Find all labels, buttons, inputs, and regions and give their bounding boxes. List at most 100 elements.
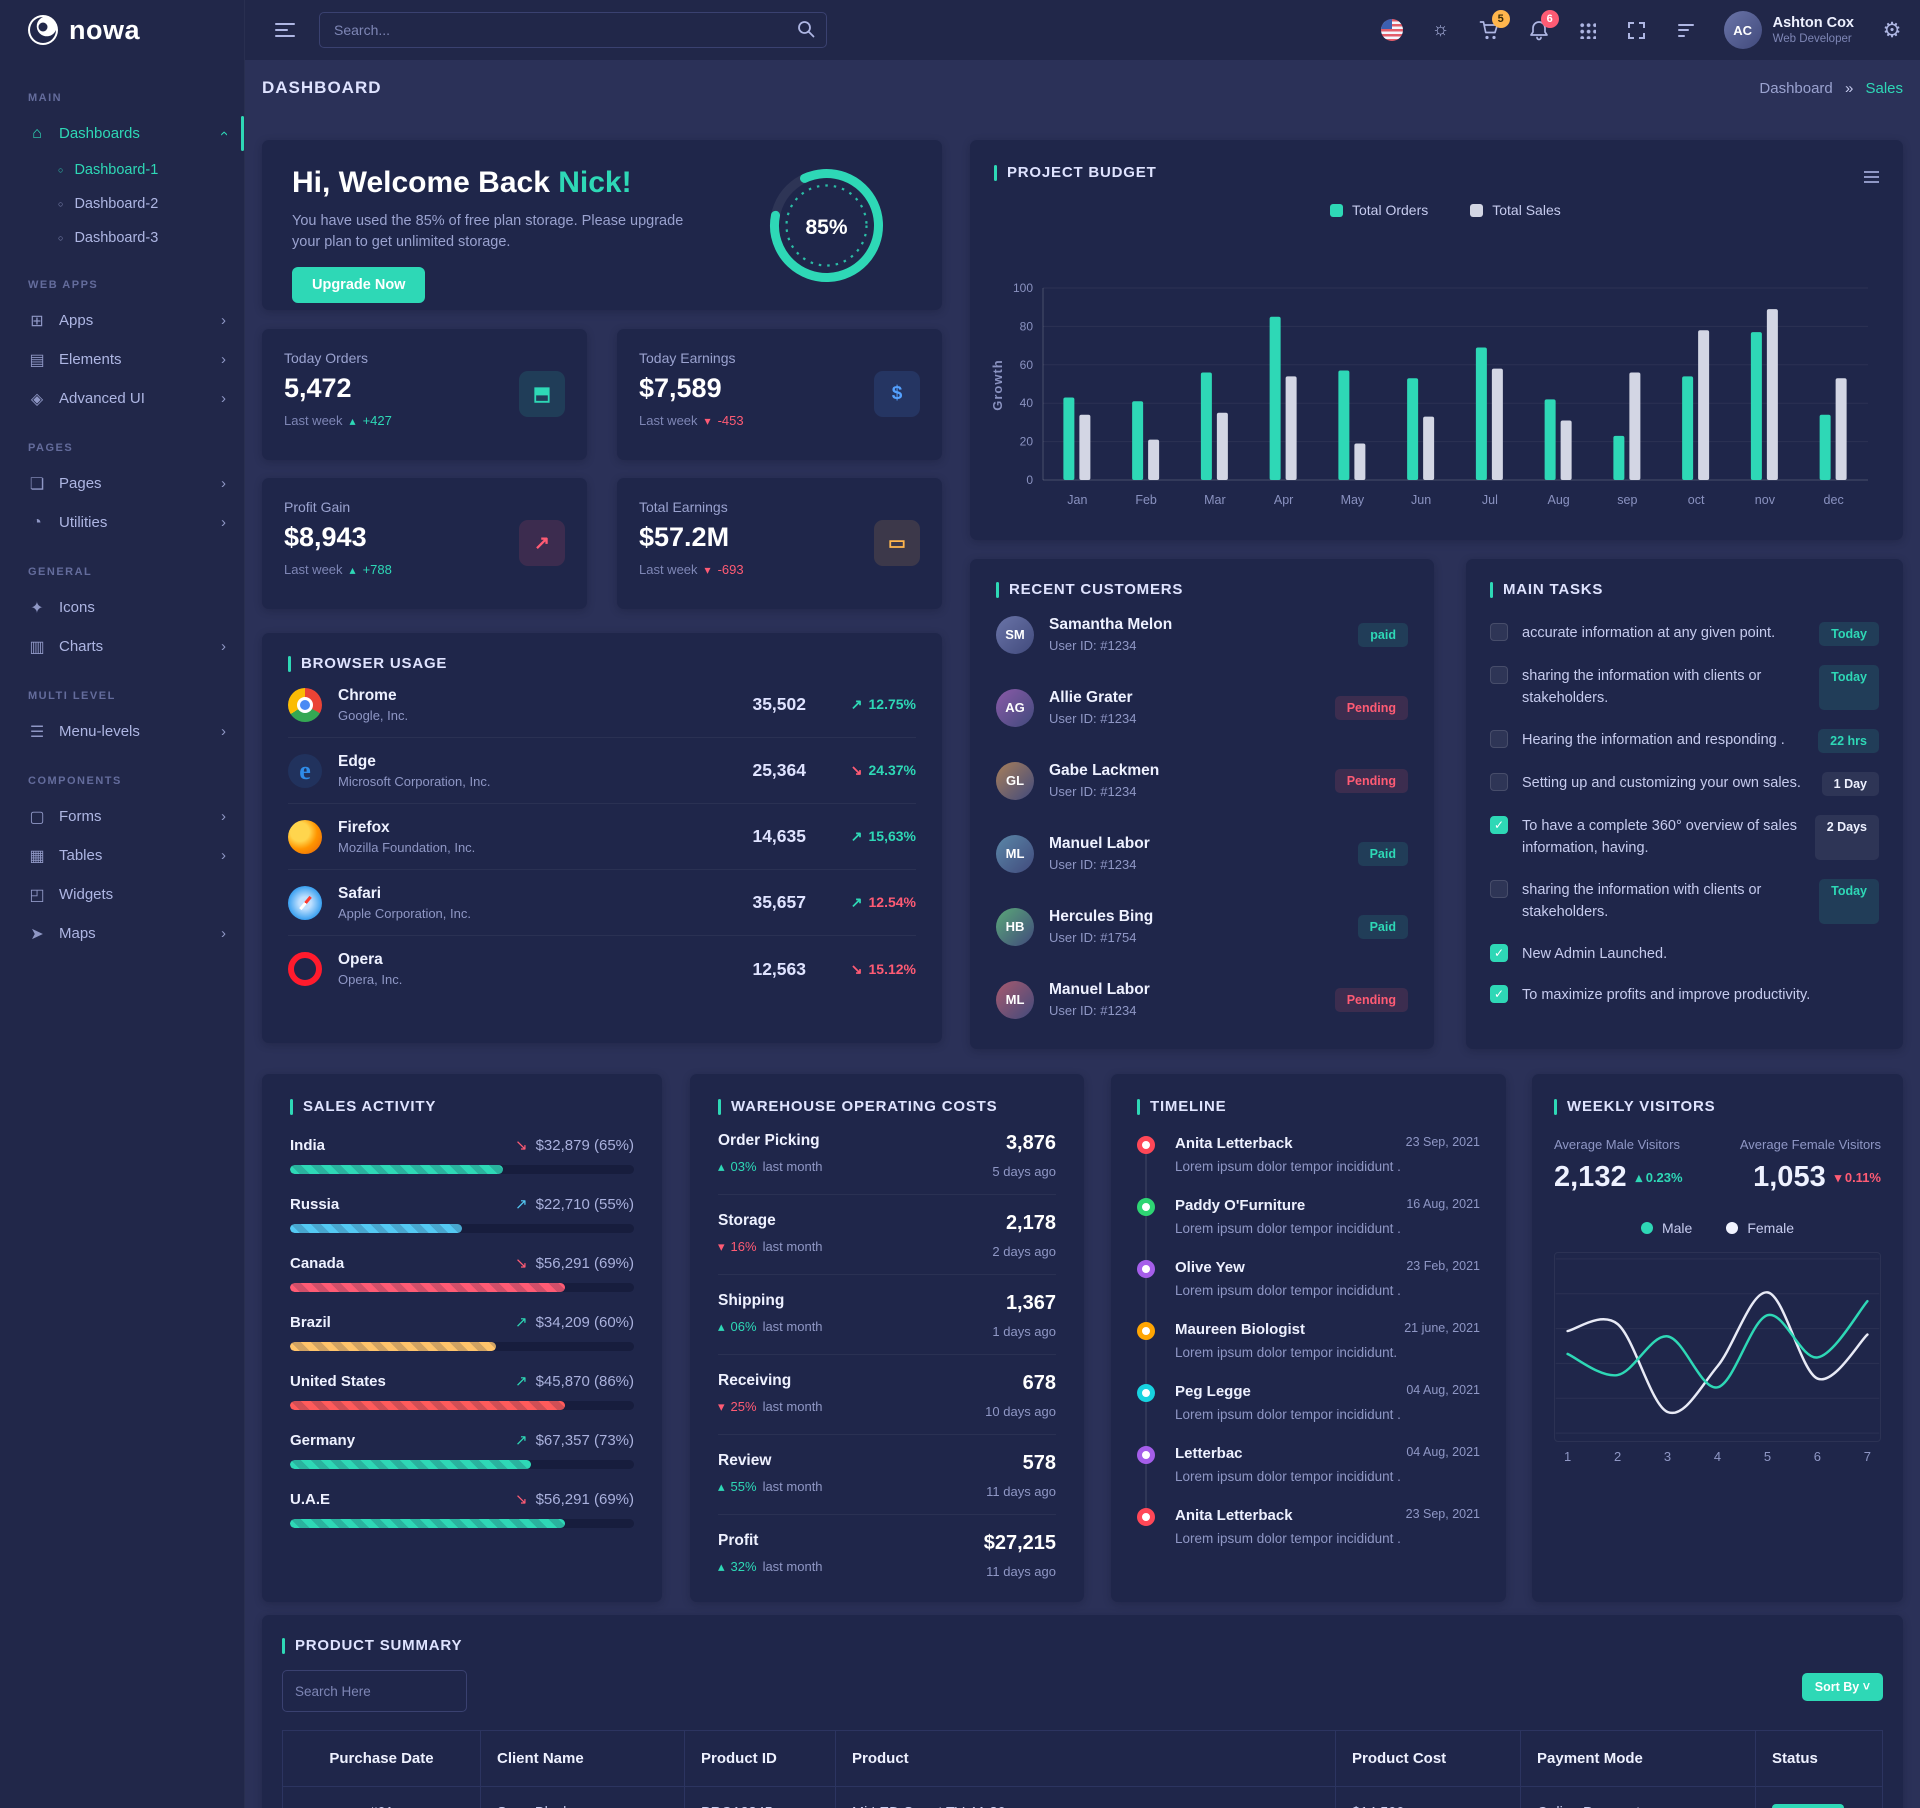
bullet-icon: ○ bbox=[58, 165, 63, 175]
task-checkbox[interactable]: ✓ bbox=[1490, 816, 1508, 834]
browser-name: Firefox bbox=[338, 819, 686, 837]
svg-text:oct: oct bbox=[1688, 493, 1705, 507]
maps-icon: ➤ bbox=[28, 924, 46, 944]
search-input[interactable] bbox=[319, 12, 827, 48]
cost-ago: 5 days ago bbox=[992, 1164, 1056, 1179]
customer-row[interactable]: MLManuel LaborUser ID: #1234Pending bbox=[996, 963, 1408, 1036]
task-checkbox[interactable] bbox=[1490, 880, 1508, 898]
task-text: sharing the information with clients or … bbox=[1522, 879, 1805, 924]
user-menu[interactable]: AC Ashton Cox Web Developer bbox=[1724, 11, 1854, 49]
warehouse-row: Storage▾16%last month2,1782 days ago bbox=[718, 1195, 1056, 1275]
legend-total-sales: Total Sales bbox=[1492, 202, 1560, 218]
timeline-name: Olive Yew bbox=[1175, 1259, 1245, 1276]
filter-menu-icon[interactable] bbox=[1675, 19, 1697, 41]
sidebar-item-forms[interactable]: ▢Forms› bbox=[0, 797, 244, 836]
task-due-badge: 1 Day bbox=[1822, 772, 1879, 796]
browser-name: Opera bbox=[338, 951, 686, 969]
svg-text:80: 80 bbox=[1020, 319, 1034, 333]
fullscreen-icon[interactable] bbox=[1626, 19, 1648, 41]
svg-text:sep: sep bbox=[1617, 493, 1637, 507]
firefox-icon bbox=[288, 820, 322, 854]
order-status-badge[interactable]: Delivered bbox=[1772, 1804, 1844, 1808]
sales-progress-fill bbox=[290, 1519, 565, 1528]
female-visitors-label: Average Female Visitors bbox=[1718, 1137, 1882, 1152]
sidebar-item-menu-levels[interactable]: ☰Menu-levels› bbox=[0, 712, 244, 751]
breadcrumb-parent[interactable]: Dashboard bbox=[1759, 80, 1832, 97]
product-search-input[interactable] bbox=[282, 1670, 467, 1712]
sidebar-item-charts[interactable]: ▥Charts› bbox=[0, 627, 244, 666]
chevron-right-icon: › bbox=[221, 514, 226, 531]
card-menu-icon[interactable] bbox=[1864, 168, 1879, 186]
sidebar-subitem-dashboard-2[interactable]: ○Dashboard-2 bbox=[0, 187, 244, 221]
notifications-bell-icon[interactable]: 6 bbox=[1528, 19, 1550, 41]
sales-progress-track bbox=[290, 1519, 634, 1528]
warehouse-row: Order Picking▴03%last month3,8765 days a… bbox=[718, 1115, 1056, 1195]
timeline-row: Anita Letterback23 Sep, 2021Lorem ipsum … bbox=[1137, 1507, 1480, 1546]
stat-card: Today Earnings $7,589 Last week▾-453 $ bbox=[617, 329, 942, 460]
customer-row[interactable]: AGAllie GraterUser ID: #1234Pending bbox=[996, 671, 1408, 744]
sidebar-item-elements[interactable]: ▤Elements› bbox=[0, 340, 244, 379]
brightness-icon[interactable]: ☼ bbox=[1430, 19, 1452, 41]
sidebar-item-advanced-ui[interactable]: ◈Advanced UI› bbox=[0, 379, 244, 418]
warehouse-row: Profit▴32%last month$27,21511 days ago bbox=[718, 1515, 1056, 1594]
payment-status-badge: Pending bbox=[1335, 988, 1408, 1012]
brand-swirl-icon bbox=[26, 13, 60, 47]
task-checkbox[interactable] bbox=[1490, 666, 1508, 684]
browser-company: Opera, Inc. bbox=[338, 972, 686, 987]
task-due-badge: Today bbox=[1819, 622, 1879, 646]
timeline-dot-icon bbox=[1137, 1446, 1155, 1464]
sidebar-item-pages[interactable]: ❏Pages› bbox=[0, 464, 244, 503]
sidebar-item-apps[interactable]: ⊞Apps› bbox=[0, 301, 244, 340]
task-checkbox[interactable] bbox=[1490, 623, 1508, 641]
settings-gear-icon[interactable]: ⚙ bbox=[1881, 19, 1903, 41]
sidebar-section-label: COMPONENTS bbox=[28, 775, 244, 787]
sales-activity-row: United States↗$45,870 (86%) bbox=[290, 1372, 634, 1410]
payment-status-badge: Pending bbox=[1335, 696, 1408, 720]
svg-text:Feb: Feb bbox=[1135, 493, 1157, 507]
cart-icon[interactable]: 5 bbox=[1479, 19, 1501, 41]
table-row: #01Sean BlackPRO12345Mi LED Smart TV 4A … bbox=[283, 1787, 1883, 1808]
timeline-date: 04 Aug, 2021 bbox=[1406, 1445, 1480, 1462]
sidebar-toggle-icon[interactable] bbox=[275, 19, 295, 41]
search-icon[interactable] bbox=[797, 20, 815, 38]
chevron-right-icon: › bbox=[221, 390, 226, 407]
sidebar-item-dashboards[interactable]: ⌂Dashboards› bbox=[0, 114, 244, 153]
task-checkbox[interactable]: ✓ bbox=[1490, 985, 1508, 1003]
sidebar: nowa MAIN⌂Dashboards›○Dashboard-1○Dashbo… bbox=[0, 0, 245, 1808]
customer-row[interactable]: HBHercules BingUser ID: #1754Paid bbox=[996, 890, 1408, 963]
task-checkbox[interactable]: ✓ bbox=[1490, 944, 1508, 962]
sales-progress-fill bbox=[290, 1224, 462, 1233]
task-checkbox[interactable] bbox=[1490, 773, 1508, 791]
sidebar-item-utilities[interactable]: ◔Utilities› bbox=[0, 503, 244, 542]
male-visitors-change: ▴ 0.23% bbox=[1636, 1170, 1683, 1186]
browser-usage-title: BROWSER USAGE bbox=[288, 655, 916, 672]
trend-arrow-icon: ↗ bbox=[515, 1195, 528, 1213]
language-flag-icon[interactable] bbox=[1381, 19, 1403, 41]
timeline-date: 21 june, 2021 bbox=[1404, 1321, 1480, 1338]
sidebar-subitem-dashboard-1[interactable]: ○Dashboard-1 bbox=[0, 153, 244, 187]
upgrade-now-button[interactable]: Upgrade Now bbox=[292, 267, 425, 303]
timeline-title: TIMELINE bbox=[1137, 1098, 1480, 1115]
svg-text:Growth: Growth bbox=[990, 359, 1005, 411]
payment-status-badge: paid bbox=[1358, 623, 1408, 647]
menu-levels-icon: ☰ bbox=[28, 722, 46, 742]
customer-row[interactable]: GLGabe LackmenUser ID: #1234Pending bbox=[996, 744, 1408, 817]
task-checkbox[interactable] bbox=[1490, 730, 1508, 748]
sidebar-item-widgets[interactable]: ◰Widgets bbox=[0, 875, 244, 914]
sidebar-item-icons[interactable]: ✦Icons bbox=[0, 588, 244, 627]
sidebar-item-maps[interactable]: ➤Maps› bbox=[0, 914, 244, 953]
bullet-icon: ○ bbox=[58, 233, 63, 243]
chevron-right-icon: › bbox=[221, 351, 226, 368]
timeline-date: 23 Feb, 2021 bbox=[1406, 1259, 1480, 1276]
sort-by-button[interactable]: Sort By ˅ bbox=[1802, 1673, 1883, 1701]
sales-progress-track bbox=[290, 1401, 634, 1410]
brand-logo[interactable]: nowa bbox=[0, 0, 244, 60]
svg-text:Jul: Jul bbox=[1482, 493, 1498, 507]
customer-row[interactable]: MLManuel LaborUser ID: #1234Paid bbox=[996, 817, 1408, 890]
apps-grid-icon[interactable] bbox=[1577, 19, 1599, 41]
customer-row[interactable]: SMSamantha MelonUser ID: #1234paid bbox=[996, 598, 1408, 671]
sidebar-item-tables[interactable]: ▦Tables› bbox=[0, 836, 244, 875]
sidebar-subitem-dashboard-3[interactable]: ○Dashboard-3 bbox=[0, 221, 244, 255]
stat-card: Total Earnings $57.2M Last week▾-693 ▭ bbox=[617, 478, 942, 609]
chevron-right-icon: › bbox=[221, 925, 226, 942]
